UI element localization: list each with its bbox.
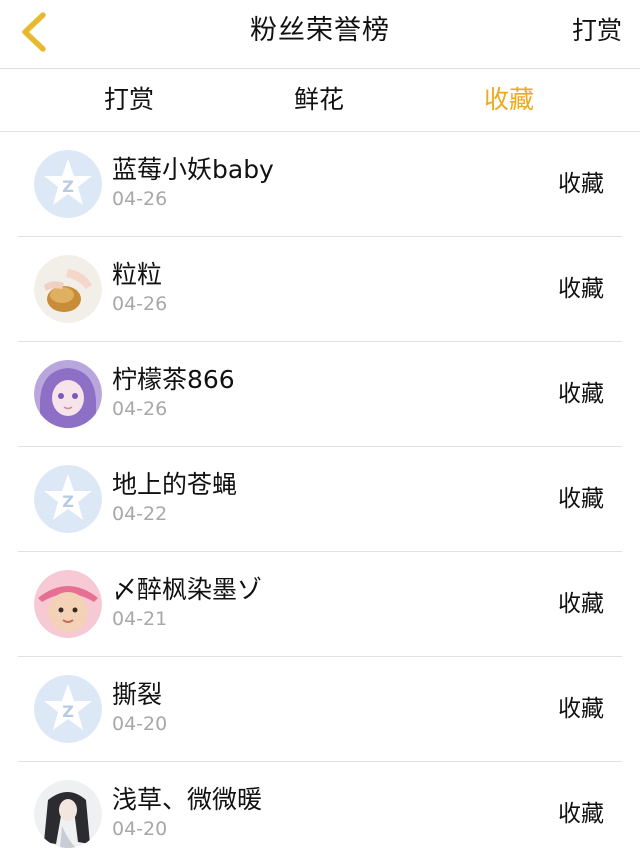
avatar[interactable]: Z — [34, 465, 102, 533]
reward-button[interactable]: 打赏 — [572, 0, 622, 62]
avatar[interactable]: Z — [34, 150, 102, 218]
svg-text:Z: Z — [62, 177, 74, 196]
date-label: 04-26 — [112, 293, 168, 315]
baby-photo-icon — [34, 570, 102, 638]
user-name: 浅草、微微暖 — [112, 785, 263, 814]
tab-bar: 打赏 鲜花 收藏 — [0, 69, 640, 132]
action-label: 收藏 — [558, 381, 604, 407]
avatar[interactable]: Z — [34, 675, 102, 743]
avatar[interactable] — [34, 255, 102, 323]
tab-favorites[interactable]: 收藏 — [414, 69, 604, 131]
svg-text:Z: Z — [62, 492, 74, 511]
date-label: 04-26 — [112, 188, 168, 210]
list-item[interactable]: Z 地上的苍蝇 04-22 收藏 — [18, 447, 622, 552]
user-name: 蓝莓小妖baby — [112, 155, 274, 184]
user-name: 撕裂 — [112, 680, 163, 709]
avatar[interactable] — [34, 360, 102, 428]
user-name: 柠檬茶866 — [112, 365, 235, 394]
list-item[interactable]: Z 蓝莓小妖baby 04-26 收藏 — [18, 132, 622, 237]
action-label: 收藏 — [558, 591, 604, 617]
avatar[interactable] — [34, 780, 102, 848]
date-label: 04-20 — [112, 713, 168, 735]
fan-list: Z 蓝莓小妖baby 04-26 收藏 粒粒 04-26 收藏 柠檬茶866 0… — [0, 132, 640, 852]
list-item[interactable]: 粒粒 04-26 收藏 — [18, 237, 622, 342]
date-label: 04-21 — [112, 608, 168, 630]
user-name: 地上的苍蝇 — [112, 470, 238, 499]
date-label: 04-22 — [112, 503, 168, 525]
action-label: 收藏 — [558, 801, 604, 827]
action-label: 收藏 — [558, 696, 604, 722]
list-item[interactable]: Z 撕裂 04-20 收藏 — [18, 657, 622, 762]
default-qq-avatar-icon: Z — [34, 675, 102, 743]
action-label: 收藏 — [558, 276, 604, 302]
list-item[interactable]: 〆醉枫染墨ゾ 04-21 收藏 — [18, 552, 622, 657]
tab-flowers[interactable]: 鲜花 — [224, 69, 414, 131]
default-qq-avatar-icon: Z — [34, 150, 102, 218]
tab-reward[interactable]: 打赏 — [34, 69, 224, 131]
page-title: 粉丝荣誉榜 — [250, 15, 390, 46]
default-qq-avatar-icon: Z — [34, 465, 102, 533]
user-name: 〆醉枫染墨ゾ — [112, 575, 263, 604]
date-label: 04-20 — [112, 818, 168, 840]
action-label: 收藏 — [558, 171, 604, 197]
list-item[interactable]: 浅草、微微暖 04-20 收藏 — [18, 762, 622, 852]
action-label: 收藏 — [558, 486, 604, 512]
date-label: 04-26 — [112, 398, 168, 420]
ink-girl-photo-icon — [34, 780, 102, 848]
anime-girl-photo-icon — [34, 360, 102, 428]
user-name: 粒粒 — [112, 260, 163, 289]
avatar[interactable] — [34, 570, 102, 638]
bread-photo-icon — [34, 255, 102, 323]
nav-bar: 粉丝荣誉榜 打赏 — [0, 0, 640, 69]
list-item[interactable]: 柠檬茶866 04-26 收藏 — [18, 342, 622, 447]
svg-text:Z: Z — [62, 702, 74, 721]
